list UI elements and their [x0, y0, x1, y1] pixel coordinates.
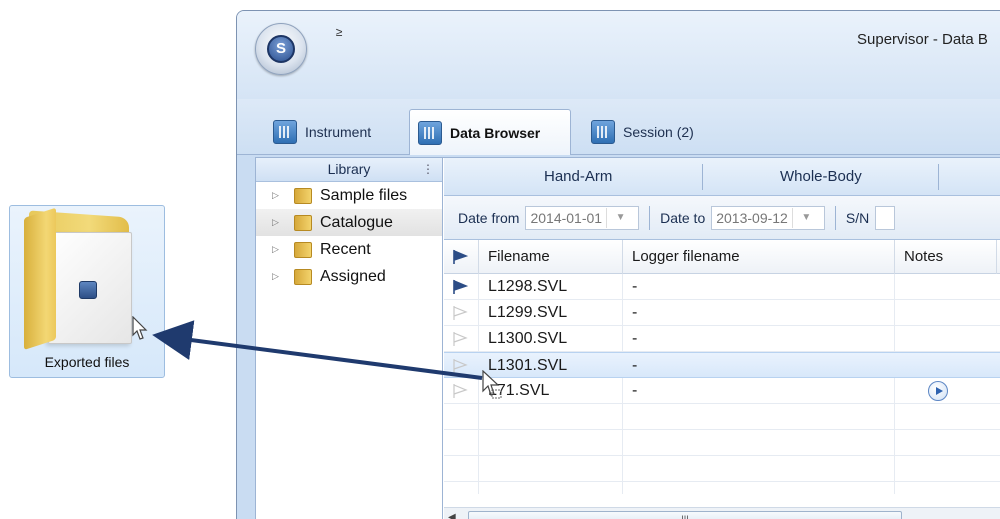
- calendar-dropdown-icon[interactable]: ▼: [791, 207, 820, 228]
- column-separator: [996, 240, 997, 274]
- flag-outline-icon[interactable]: [452, 358, 468, 374]
- library-item-label: Recent: [320, 240, 371, 258]
- data-browser-icon: [418, 120, 442, 145]
- category-separator: [702, 164, 703, 190]
- column-separator: [622, 240, 623, 274]
- table-row-empty: [444, 430, 1000, 456]
- expand-arrow-icon[interactable]: ▷: [272, 244, 286, 255]
- filter-bar: Date from 2014-01-01 ▼ Date to 2013-09-1…: [444, 196, 1000, 240]
- date-to-value: 2013-09-12: [716, 209, 788, 226]
- filter-separator: [834, 205, 836, 230]
- filename-cell: L1298.SVL: [488, 278, 568, 295]
- flag-outline-icon[interactable]: [452, 331, 468, 347]
- date-to-label: Date to: [660, 209, 706, 226]
- filename-cell: L1300.SVL: [488, 330, 568, 347]
- column-header-notes[interactable]: Notes: [904, 248, 943, 265]
- content-area: Library ⋮ ▷ Sample files ▷ Catalogue ▷ R…: [255, 157, 1000, 519]
- library-item-label: Catalogue: [320, 213, 393, 231]
- tab-data-browser[interactable]: Data Browser: [409, 109, 571, 155]
- title-bar: S ≥ Supervisor - Data B: [237, 11, 1000, 99]
- table-row-selected[interactable]: L1301.SVL -: [444, 352, 1000, 378]
- flag-outline-icon[interactable]: [452, 305, 468, 321]
- folder-document-icon: [48, 232, 132, 344]
- expand-arrow-icon[interactable]: ▷: [272, 217, 286, 228]
- folder-label: Exported files: [44, 354, 130, 370]
- column-separator: [894, 240, 895, 274]
- expand-arrow-icon[interactable]: ▷: [272, 271, 286, 282]
- file-type-icon: [79, 281, 97, 299]
- library-item-label: Sample files: [320, 186, 408, 204]
- logger-filename-cell: -: [632, 330, 638, 347]
- tab-session[interactable]: Session (2): [583, 109, 702, 155]
- library-item-sample-files[interactable]: ▷ Sample files: [256, 182, 442, 209]
- scroll-thumb[interactable]: III: [468, 511, 902, 519]
- tab-instrument[interactable]: Instrument: [265, 109, 379, 155]
- library-item-recent[interactable]: ▷ Recent: [256, 236, 442, 263]
- tab-label: Data Browser: [450, 124, 541, 141]
- app-logo-icon: S: [267, 35, 295, 63]
- panel-grip-icon[interactable]: ⋮: [422, 158, 434, 181]
- mouse-pointer-icon: [132, 316, 148, 340]
- table-row-empty: [444, 456, 1000, 482]
- exported-files-folder[interactable]: Exported files: [9, 205, 165, 378]
- column-header-filename[interactable]: Filename: [488, 248, 550, 265]
- column-header-logger-filename[interactable]: Logger filename: [632, 248, 740, 265]
- table-row[interactable]: L1300.SVL -: [444, 326, 1000, 352]
- category-whole-body[interactable]: Whole-Body: [780, 168, 862, 185]
- filter-separator: [649, 205, 651, 230]
- flag-filled-icon[interactable]: [452, 279, 468, 295]
- play-note-icon[interactable]: [928, 381, 948, 401]
- data-browser-panel: Hand-Arm Whole-Body Date from 2014-01-01…: [444, 158, 1000, 519]
- assigned-folder-icon: [294, 268, 312, 285]
- library-item-label: Assigned: [320, 267, 386, 285]
- supervisor-window: S ≥ Supervisor - Data B Instrument Data …: [236, 10, 1000, 519]
- category-separator: [938, 164, 939, 190]
- logger-filename-cell: -: [632, 382, 638, 399]
- library-item-assigned[interactable]: ▷ Assigned: [256, 263, 442, 290]
- tab-label: Session (2): [623, 124, 694, 140]
- date-from-label: Date from: [458, 209, 520, 226]
- sn-field[interactable]: [875, 205, 896, 230]
- library-title: Library: [327, 161, 371, 177]
- instrument-icon: [273, 120, 297, 144]
- application-menu-button[interactable]: S: [255, 23, 307, 75]
- folder-front: [24, 207, 56, 350]
- sn-label: S/N: [845, 209, 870, 226]
- grid-header: Filename Logger filename Notes: [444, 240, 1000, 274]
- horizontal-scrollbar[interactable]: ◀ III: [444, 507, 1000, 519]
- drag-cursor-icon: [482, 370, 502, 399]
- logger-filename-cell: -: [632, 304, 638, 321]
- date-from-field[interactable]: 2014-01-01 ▼: [525, 205, 640, 230]
- date-from-value: 2014-01-01: [530, 209, 603, 226]
- table-row-empty: [444, 404, 1000, 430]
- expand-arrow-icon[interactable]: ▷: [272, 190, 286, 201]
- flag-column-icon[interactable]: [452, 249, 468, 265]
- folder-icon: [294, 187, 312, 204]
- logger-filename-cell: -: [632, 357, 638, 374]
- logger-filename-cell: -: [632, 278, 638, 295]
- library-header: Library ⋮: [256, 158, 442, 182]
- flag-outline-icon[interactable]: [452, 383, 468, 399]
- table-row[interactable]: L71.SVL -: [444, 378, 1000, 404]
- tab-label: Instrument: [305, 124, 372, 140]
- library-item-catalogue[interactable]: ▷ Catalogue: [256, 209, 442, 236]
- table-row[interactable]: L1299.SVL -: [444, 300, 1000, 326]
- table-row[interactable]: L1298.SVL -: [444, 274, 1000, 300]
- file-grid: L1298.SVL - L1299.SVL - L1300.SVL - L130…: [444, 274, 1000, 494]
- folder-icon: [294, 214, 312, 231]
- library-panel: Library ⋮ ▷ Sample files ▷ Catalogue ▷ R…: [256, 158, 443, 519]
- date-to-field[interactable]: 2013-09-12 ▼: [711, 205, 825, 230]
- quick-access-toolbar-dropdown[interactable]: ≥: [331, 25, 347, 41]
- ribbon-tab-bar: Instrument Data Browser Session (2): [237, 99, 1000, 155]
- column-separator: [478, 240, 479, 274]
- category-hand-arm[interactable]: Hand-Arm: [544, 168, 612, 185]
- session-icon: [591, 120, 615, 144]
- category-bar: Hand-Arm Whole-Body: [444, 158, 1000, 196]
- filename-cell: L1299.SVL: [488, 304, 568, 321]
- window-title: Supervisor - Data B: [857, 31, 988, 48]
- recent-folder-icon: [294, 241, 312, 258]
- calendar-dropdown-icon[interactable]: ▼: [606, 207, 634, 228]
- scroll-left-icon[interactable]: ◀: [448, 512, 456, 519]
